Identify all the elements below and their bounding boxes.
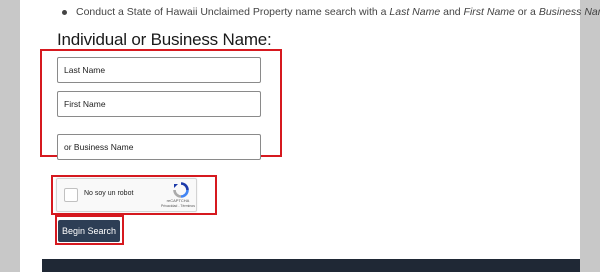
bullet-or: or a xyxy=(514,6,539,18)
form-heading: Individual or Business Name: xyxy=(57,30,272,49)
bullet-prefix: Conduct a State of Hawaii Unclaimed Prop… xyxy=(76,6,390,18)
recaptcha-brand: reCAPTCHA xyxy=(166,198,190,203)
bullet-business-name: Business Name xyxy=(538,6,600,18)
recaptcha-checkbox[interactable] xyxy=(64,188,78,202)
bullet-first-name: First Name xyxy=(463,6,515,18)
bullet-last-name: Last Name xyxy=(389,6,441,18)
last-name-input[interactable] xyxy=(57,57,261,83)
page-footer xyxy=(42,259,580,272)
recaptcha-logo-icon xyxy=(173,182,189,198)
right-margin xyxy=(580,0,600,272)
recaptcha-links[interactable]: Privacidad - Términos xyxy=(157,204,199,208)
instruction-bullet: Conduct a State of Hawaii Unclaimed Prop… xyxy=(62,6,600,18)
recaptcha-widget: No soy un robot reCAPTCHA Privacidad - T… xyxy=(56,178,197,212)
left-margin xyxy=(0,0,20,272)
recaptcha-label: No soy un robot xyxy=(84,190,134,197)
business-name-input[interactable] xyxy=(57,134,261,160)
begin-search-button[interactable]: Begin Search xyxy=(58,220,120,242)
bullet-and: and xyxy=(440,6,464,18)
bullet-dot xyxy=(62,9,67,15)
first-name-input[interactable] xyxy=(57,91,261,117)
